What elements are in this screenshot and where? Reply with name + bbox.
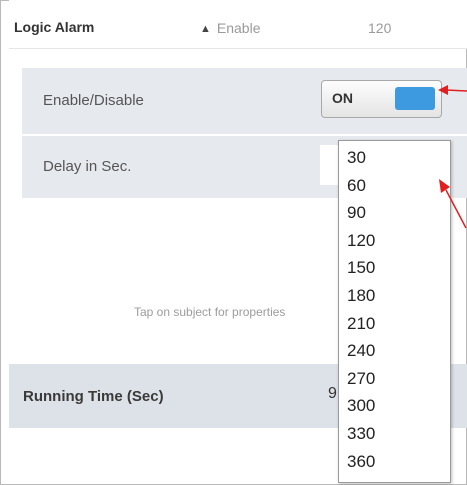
enable-status[interactable]: ▲ Enable [200, 20, 260, 36]
header-delay-value: 120 [368, 20, 392, 36]
dropdown-option[interactable]: 270 [339, 365, 450, 393]
logic-alarm-title: Logic Alarm [14, 19, 95, 35]
dropdown-option[interactable]: 240 [339, 337, 450, 365]
toggle-knob[interactable] [395, 87, 435, 110]
annotation-arrow-dropdown [439, 179, 467, 229]
delay-in-sec-label: Delay in Sec. [43, 158, 132, 175]
properties-divider [22, 134, 467, 136]
dropdown-option[interactable]: 180 [339, 282, 450, 310]
running-time-value[interactable]: 9 [328, 385, 337, 403]
triangle-up-icon: ▲ [200, 23, 211, 35]
enable-status-label: Enable [216, 20, 261, 36]
dropdown-option[interactable]: 360 [339, 448, 450, 476]
tap-hint-text: Tap on subject for properties [134, 305, 286, 319]
enable-toggle-switch[interactable]: ON [321, 80, 442, 118]
dropdown-option[interactable]: 30 [339, 144, 450, 172]
running-time-label: Running Time (Sec) [23, 388, 164, 405]
enable-disable-label: Enable/Disable [43, 92, 144, 109]
toggle-on-label: ON [332, 90, 353, 106]
dropdown-option[interactable]: 210 [339, 310, 450, 338]
dropdown-option[interactable]: 150 [339, 254, 450, 282]
annotation-arrow-toggle [438, 85, 467, 95]
dropdown-option[interactable]: 300 [339, 392, 450, 420]
dropdown-option[interactable]: 330 [339, 420, 450, 448]
